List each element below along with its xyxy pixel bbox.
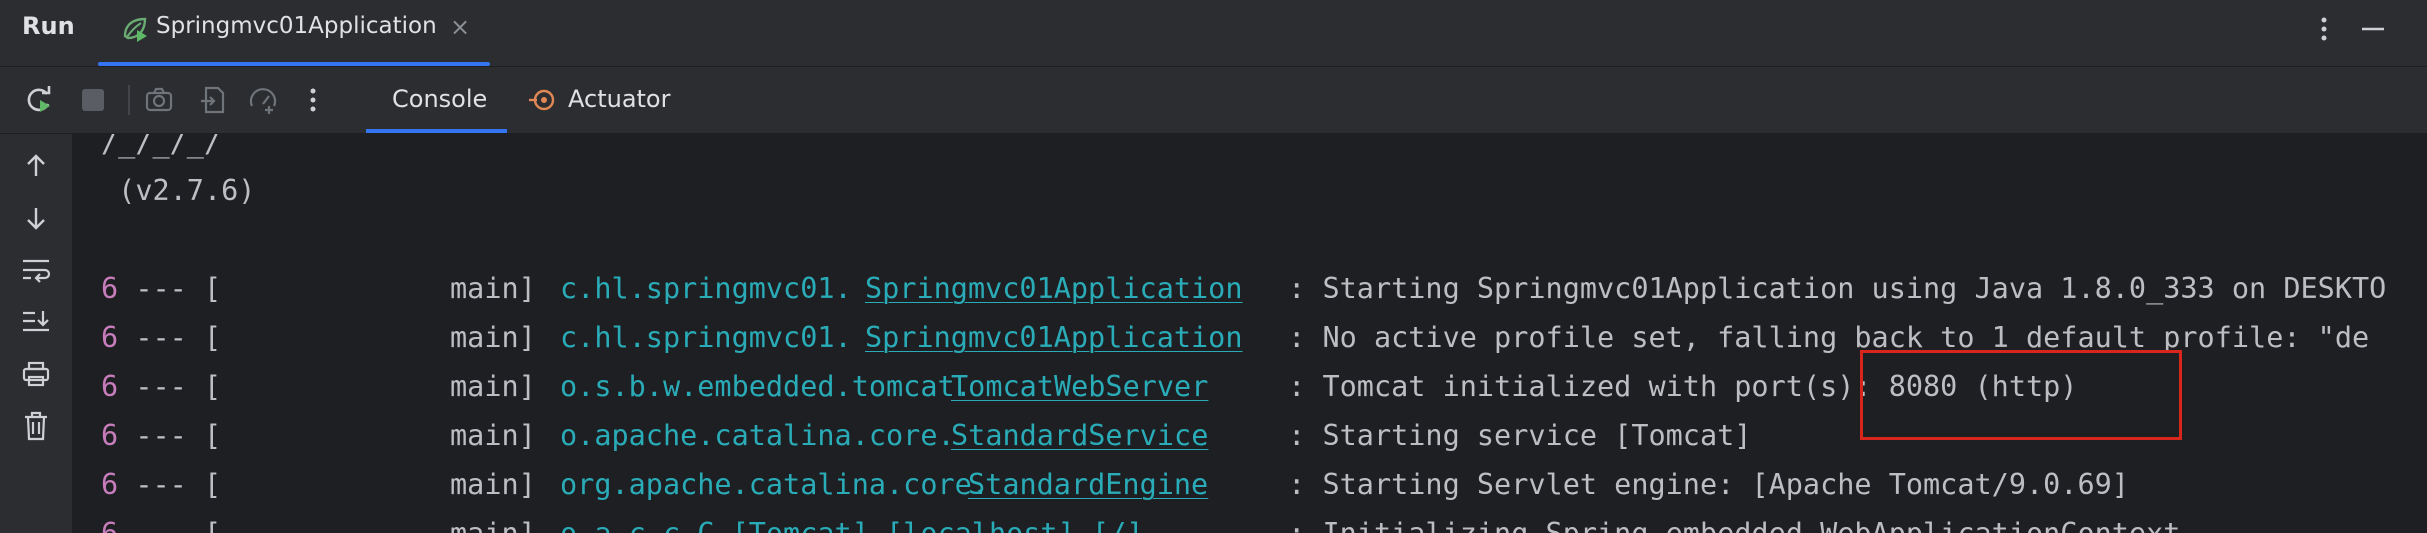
logger-class-link[interactable]: Springmvc01Application — [865, 321, 1243, 355]
tab-console-label: Console — [392, 85, 488, 113]
run-tool-window-title: Run — [22, 12, 75, 40]
log-message: : No active profile set, falling back to… — [1271, 321, 2370, 354]
print-icon[interactable] — [18, 356, 54, 392]
log-separator: --- [ — [118, 468, 222, 501]
log-thread: main] — [450, 517, 536, 533]
logger-class-link[interactable]: StandardEngine — [968, 468, 1208, 502]
log-line: 6 --- [ main] o.s.b.w.embedded.tomcat. Tomc… — [101, 370, 2077, 404]
logger-class-link[interactable]: Springmvc01Application — [865, 272, 1243, 306]
logger-package: o.apache.catalina.core. — [560, 419, 955, 452]
tool-window-title-bar: Run Springmvc01Application × — [0, 0, 2427, 67]
log-separator: --- [ — [118, 517, 221, 533]
minimize-icon[interactable] — [2358, 12, 2388, 48]
active-tab-indicator — [366, 129, 507, 133]
log-thread: main] — [450, 468, 536, 501]
rerun-icon[interactable] — [22, 83, 56, 117]
log-message: : Starting Servlet engine: [Apache Tomca… — [1271, 468, 2129, 501]
logger-package: c.hl.springmvc01. — [560, 321, 852, 354]
trash-icon[interactable] — [18, 408, 54, 444]
actuator-icon — [528, 85, 558, 115]
banner-line: /_/_/_/ — [101, 134, 222, 159]
log-message: : Starting service [Tomcat] — [1271, 419, 1752, 452]
log-separator: --- [ — [118, 272, 222, 305]
profiler-icon[interactable] — [246, 83, 280, 117]
log-separator: --- [ — [118, 419, 222, 452]
run-configuration-tab[interactable]: Springmvc01Application × — [98, 0, 490, 66]
scroll-to-end-icon[interactable] — [18, 304, 54, 340]
console-side-toolbar — [0, 134, 73, 533]
logger-package: o.s.b.w.embedded.tomcat. — [560, 370, 972, 403]
log-message: : Starting Springmvc01Application using … — [1271, 272, 2387, 305]
log-separator: --- [ — [118, 321, 222, 354]
spring-boot-run-icon — [120, 14, 150, 44]
log-line: 6 --- [ main] c.hl.springmvc01. Springmvc01… — [101, 272, 2386, 306]
logger-class-link[interactable]: StandardService — [951, 419, 1208, 453]
log-thread: main] — [450, 419, 536, 452]
log-pid: 6 — [101, 321, 119, 354]
log-line: 6 --- [ main] o.apache.catalina.core. Stand… — [101, 419, 1751, 453]
export-icon[interactable] — [196, 83, 230, 117]
run-tab-label: Springmvc01Application — [156, 13, 437, 39]
log-line: 6 --- [ main] o.a.c.c.C.[Tomcat].[localhos… — [101, 517, 2180, 533]
logger-package: c.hl.springmvc01. — [560, 272, 852, 305]
log-thread: main] — [450, 321, 536, 354]
log-pid: 6 — [101, 468, 119, 501]
log-pid: 6 — [101, 419, 119, 452]
active-tab-indicator — [98, 62, 490, 66]
logger-package: org.apache.catalina.core. — [560, 468, 989, 501]
logger-class-link[interactable]: TomcatWebServer — [951, 370, 1208, 404]
log-pid: 6 — [101, 370, 119, 403]
log-separator: --- [ — [118, 370, 222, 403]
arrow-down-icon[interactable] — [18, 200, 54, 236]
version-line: (v2.7.6) — [101, 174, 256, 207]
tab-actuator-label: Actuator — [568, 85, 671, 113]
stop-icon[interactable] — [76, 83, 110, 117]
more-options-icon[interactable] — [2314, 12, 2334, 48]
console-output[interactable]: /_/_/_/ (v2.7.6) 6 --- [ main] c.hl.spring… — [73, 134, 2427, 533]
toolbar-separator — [128, 85, 130, 115]
log-line: 6 --- [ main] c.hl.springmvc01. Springmvc01… — [101, 321, 2369, 355]
log-pid: 6 — [101, 272, 119, 305]
more-vertical-icon[interactable] — [296, 83, 330, 117]
log-message: : Initializing Spring embedded WebApplic… — [1271, 517, 2180, 533]
log-line: 6 --- [ main] org.apache.catalina.core. Sta… — [101, 468, 2129, 502]
camera-icon[interactable] — [142, 83, 176, 117]
tab-console[interactable]: Console — [366, 67, 507, 133]
run-toolbar: Console Actuator — [0, 67, 2427, 134]
log-thread: main] — [450, 272, 536, 305]
arrow-up-icon[interactable] — [18, 148, 54, 184]
soft-wrap-icon[interactable] — [18, 252, 54, 288]
tab-actuator[interactable]: Actuator — [528, 67, 688, 133]
close-tab-icon[interactable]: × — [450, 13, 470, 41]
port-highlight-box — [1860, 350, 2182, 440]
log-thread: main] — [450, 370, 536, 403]
log-pid: 6 — [101, 517, 118, 533]
logger-package: o.a.c.c.C.[Tomcat].[localhost].[/] — [560, 517, 1143, 533]
